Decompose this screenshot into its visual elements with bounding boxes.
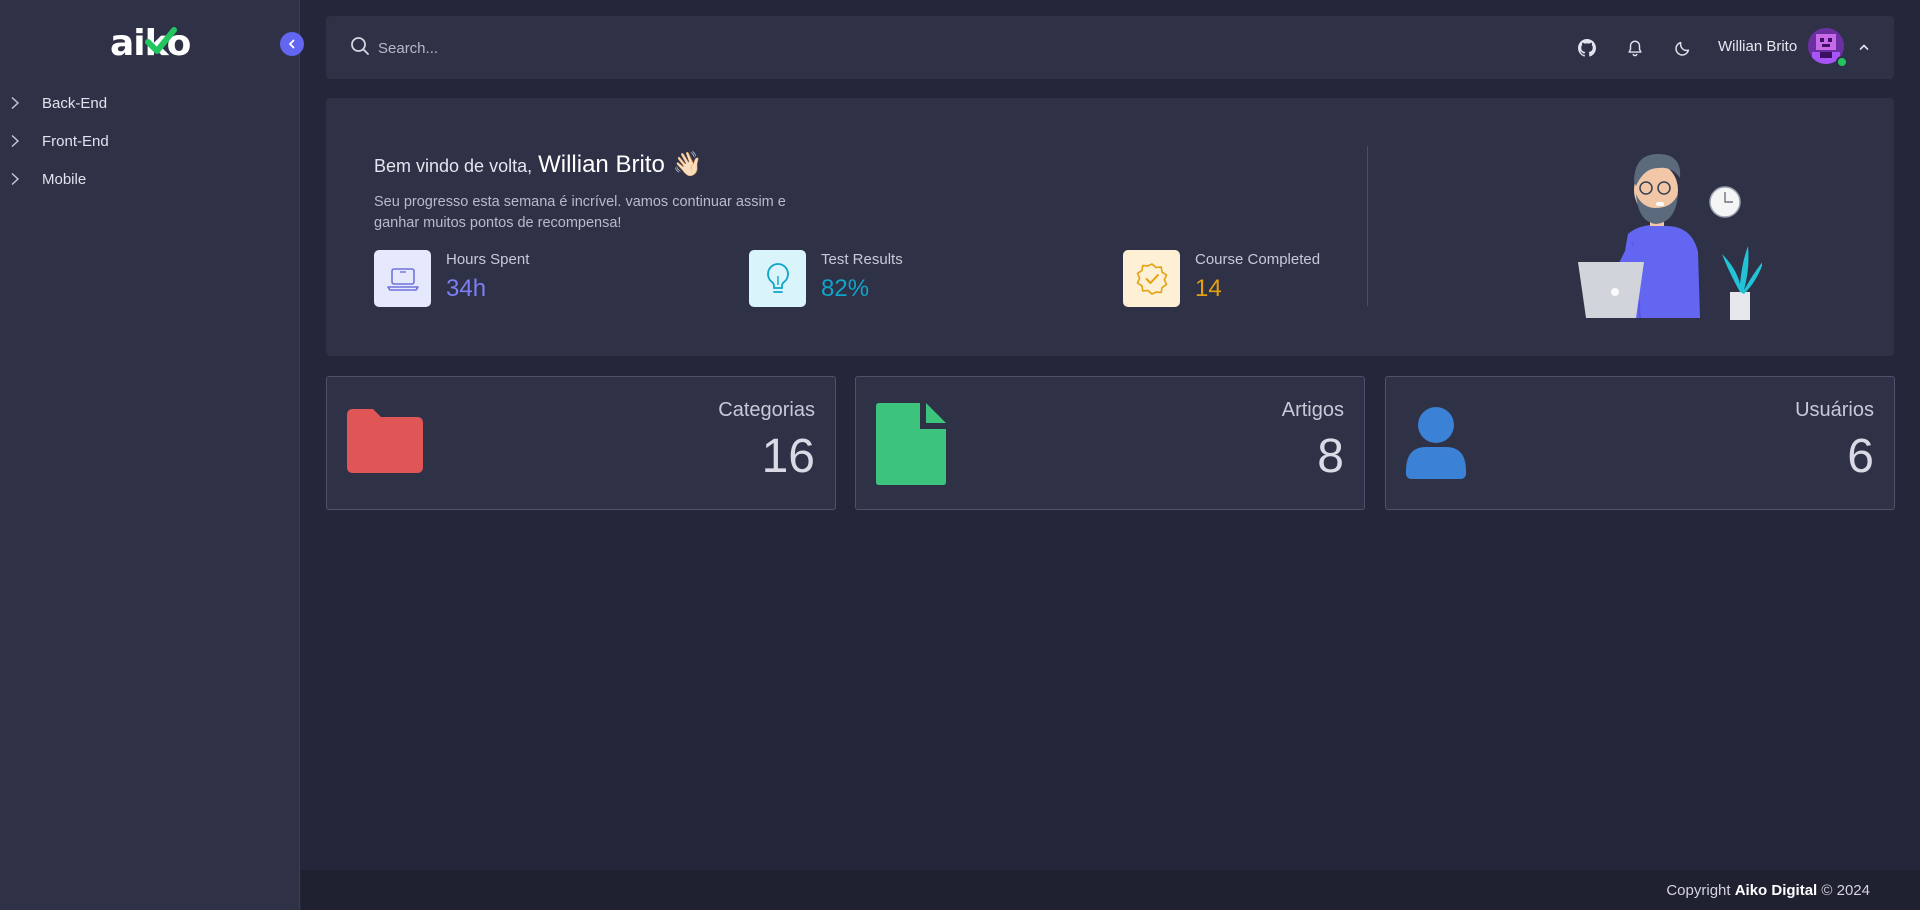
stat-label: Hours Spent — [446, 251, 530, 268]
card-value: 8 — [1317, 430, 1344, 483]
sidebar-item-label: Front-End — [42, 132, 109, 150]
card-categorias[interactable]: Categorias 16 — [326, 376, 836, 510]
copyright: Copyright Aiko Digital © 2024 — [1666, 882, 1870, 899]
card-artigos[interactable]: Artigos 8 — [855, 376, 1365, 510]
chevron-right-icon — [10, 96, 24, 110]
welcome-card: Bem vindo de volta, Willian Brito 👋🏻 Seu… — [326, 98, 1894, 356]
collapse-sidebar-button[interactable] — [280, 32, 304, 56]
chevron-right-icon — [10, 134, 24, 148]
badge-check-icon — [1123, 250, 1180, 307]
stat-test-results: Test Results 82% — [749, 250, 903, 307]
sidebar-item-label: Back-End — [42, 94, 108, 112]
online-status-dot — [1836, 56, 1848, 68]
search-icon — [350, 36, 370, 61]
stat-value: 34h — [446, 275, 487, 302]
sidebar-item-mobile[interactable]: Mobile — [0, 160, 300, 198]
user-icon — [1406, 407, 1466, 479]
sidebar-item-back-end[interactable]: Back-End — [0, 84, 300, 122]
card-value: 6 — [1847, 430, 1874, 483]
welcome-subtitle: Seu progresso esta semana é incrível. va… — [374, 194, 786, 231]
card-usuarios[interactable]: Usuários 6 — [1385, 376, 1895, 510]
greeting-name: Willian Brito — [538, 151, 665, 178]
stat-label: Test Results — [821, 251, 903, 268]
card-value: 16 — [761, 430, 815, 483]
chevron-right-icon — [10, 172, 24, 186]
greeting: Bem vindo de volta, Willian Brito 👋🏻 — [374, 150, 703, 179]
sidebar-item-label: Mobile — [42, 170, 87, 188]
stat-course-completed: Course Completed 14 — [1123, 250, 1320, 307]
stat-label: Course Completed — [1195, 251, 1321, 268]
folder-icon — [347, 409, 423, 473]
chevron-up-icon[interactable] — [1858, 40, 1870, 58]
sidebar-nav: Back-End Front-End Mobile — [0, 84, 300, 198]
chevron-left-icon — [288, 39, 295, 49]
stat-value: 14 — [1195, 275, 1222, 302]
wave-emoji: 👋🏻 — [672, 151, 703, 178]
topbar: Willian Brito — [326, 16, 1894, 79]
bell-icon[interactable] — [1624, 37, 1646, 59]
lightbulb-icon — [749, 250, 806, 307]
logo-check-icon — [145, 27, 177, 54]
sidebar-item-front-end[interactable]: Front-End — [0, 122, 300, 160]
laptop-icon — [374, 250, 431, 307]
card-title: Categorias — [718, 399, 815, 421]
developer-illustration — [1578, 154, 1762, 320]
sidebar: aiko Back-End Front-End Mobile — [0, 0, 304, 910]
footer: Copyright Aiko Digital © 2024 — [301, 870, 1920, 910]
greeting-prefix: Bem vindo de volta, — [374, 156, 533, 176]
user-name[interactable]: Willian Brito — [1718, 38, 1797, 55]
card-title: Artigos — [1281, 399, 1344, 421]
card-title: Usuários — [1795, 399, 1874, 421]
divider — [1367, 146, 1368, 306]
copyright-prefix: Copyright — [1666, 882, 1731, 899]
stat-hours-spent: Hours Spent 34h — [374, 250, 529, 307]
aiko-logo[interactable]: aiko — [110, 22, 191, 64]
github-icon[interactable] — [1576, 37, 1598, 59]
stat-value: 82% — [821, 275, 870, 302]
moon-icon[interactable] — [1672, 37, 1694, 59]
copyright-suffix: © 2024 — [1821, 882, 1870, 899]
company-name: Aiko Digital — [1734, 882, 1818, 899]
search-input[interactable] — [378, 34, 978, 62]
file-icon — [876, 403, 946, 485]
